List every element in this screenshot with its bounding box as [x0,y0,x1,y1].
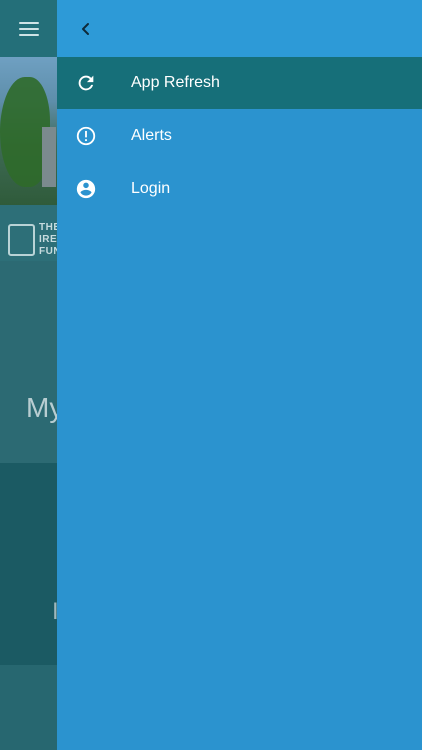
menu-item-app-refresh[interactable]: App Refresh [57,57,422,109]
back-button[interactable] [71,14,101,44]
menu-item-label: Login [131,180,171,197]
chevron-left-icon [82,23,89,35]
alert-circle-icon [75,125,97,147]
drawer-header [57,0,422,57]
navigation-drawer: App Refresh Alerts Login [57,0,422,750]
logo-icon [8,224,35,256]
menu-item-alerts[interactable]: Alerts [57,110,422,162]
menu-item-login[interactable]: Login [57,163,422,215]
refresh-icon [75,72,97,94]
menu-item-label: App Refresh [131,74,220,91]
account-circle-icon [75,178,97,200]
menu-item-label: Alerts [131,127,172,144]
hamburger-menu-icon[interactable] [12,16,46,42]
